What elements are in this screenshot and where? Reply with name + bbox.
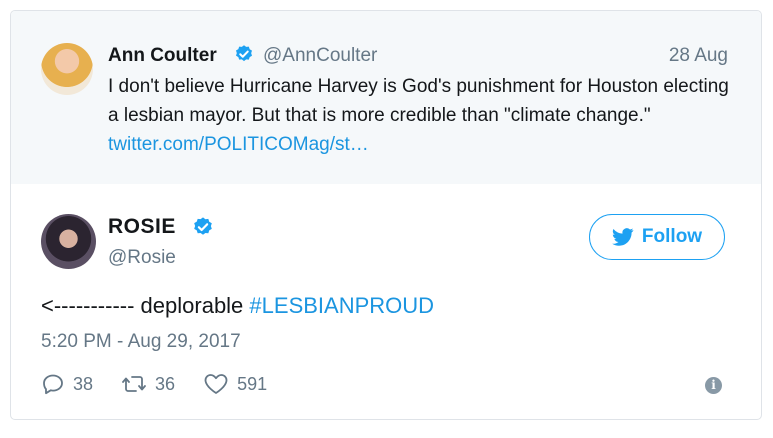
- retweet-icon: [122, 376, 146, 392]
- verified-badge-icon: [236, 45, 252, 62]
- reply-icon: [43, 374, 63, 395]
- like-count: 591: [237, 373, 268, 394]
- quoted-tweet-text: I don't believe Hurricane Harvey is God'…: [108, 72, 738, 159]
- verified-badge-icon: [194, 217, 212, 235]
- tweet-text: <----------- deplorable #LESBIANPROUD: [41, 293, 434, 319]
- embedded-tweet-card: Ann Coulter @AnnCoulter 28 Aug I don't b…: [10, 10, 762, 420]
- quoted-author-name[interactable]: Ann Coulter: [108, 45, 217, 67]
- info-icon[interactable]: i: [705, 377, 722, 394]
- author-avatar[interactable]: [41, 214, 96, 269]
- heart-icon: [204, 374, 228, 394]
- like-button[interactable]: 591: [203, 372, 267, 396]
- tweet-text-body: <----------- deplorable: [41, 293, 250, 318]
- retweet-button[interactable]: 36: [121, 372, 175, 396]
- quoted-author-handle[interactable]: @AnnCoulter: [263, 45, 377, 67]
- twitter-bird-icon: [612, 228, 634, 246]
- follow-button[interactable]: Follow: [589, 214, 725, 260]
- author-name[interactable]: ROSIE: [108, 215, 176, 239]
- reply-button[interactable]: 38: [41, 372, 93, 396]
- author-handle[interactable]: @Rosie: [108, 247, 176, 269]
- quoted-tweet[interactable]: Ann Coulter @AnnCoulter 28 Aug I don't b…: [11, 11, 761, 184]
- follow-label: Follow: [641, 226, 703, 247]
- retweet-count: 36: [155, 373, 176, 394]
- tweet-timestamp[interactable]: 5:20 PM - Aug 29, 2017: [41, 331, 241, 353]
- quoted-tweet-link[interactable]: twitter.com/POLITICOMag/st…: [108, 134, 369, 155]
- reply-count: 38: [73, 373, 94, 394]
- quoted-date[interactable]: 28 Aug: [669, 45, 728, 67]
- quoted-avatar[interactable]: [41, 43, 93, 95]
- quoted-text-body: I don't believe Hurricane Harvey is God'…: [108, 76, 729, 126]
- tweet-actions: 38 36 591: [41, 372, 295, 396]
- hashtag-link[interactable]: #LESBIANPROUD: [249, 293, 434, 318]
